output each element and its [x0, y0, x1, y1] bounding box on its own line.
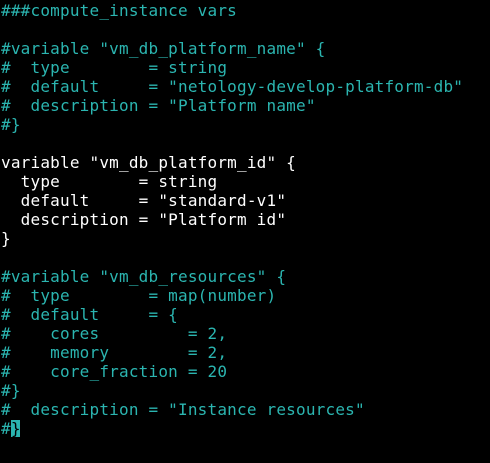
comment-line: # type = map(number)	[1, 286, 277, 305]
comment-line: ###compute_instance vars	[1, 1, 237, 20]
comment-line: # default = {	[1, 305, 178, 324]
comment-line: #variable "vm_db_platform_name" {	[1, 39, 326, 58]
comment-line: # description = "Instance resources"	[1, 400, 365, 419]
comment-line: #}	[1, 381, 21, 400]
comment-line: # memory = 2,	[1, 343, 228, 362]
text-cursor[interactable]: }	[10, 420, 20, 437]
comment-line: # core_fraction = 20	[1, 362, 228, 381]
comment-line: # description = "Platform name"	[1, 96, 316, 115]
code-line: }	[1, 229, 11, 248]
comment-line: #}	[1, 115, 21, 134]
cursor-line[interactable]: #}	[1, 419, 490, 438]
comment-line: # default = "netology-develop-platform-d…	[1, 77, 464, 96]
code-line: type = string	[1, 172, 218, 191]
comment-line: #variable "vm_db_resources" {	[1, 267, 287, 286]
code-line: description = "Platform id"	[1, 210, 287, 229]
comment-line: # cores = 2,	[1, 324, 228, 343]
terminal-editor[interactable]: ###compute_instance vars #variable "vm_db…	[0, 0, 490, 463]
code-area[interactable]: ###compute_instance vars #variable "vm_db…	[0, 1, 490, 419]
code-line: default = "standard-v1"	[1, 191, 287, 210]
comment-line: # type = string	[1, 58, 228, 77]
code-line: variable "vm_db_platform_id" {	[1, 153, 296, 172]
cursor-line-prefix: #	[1, 419, 11, 438]
